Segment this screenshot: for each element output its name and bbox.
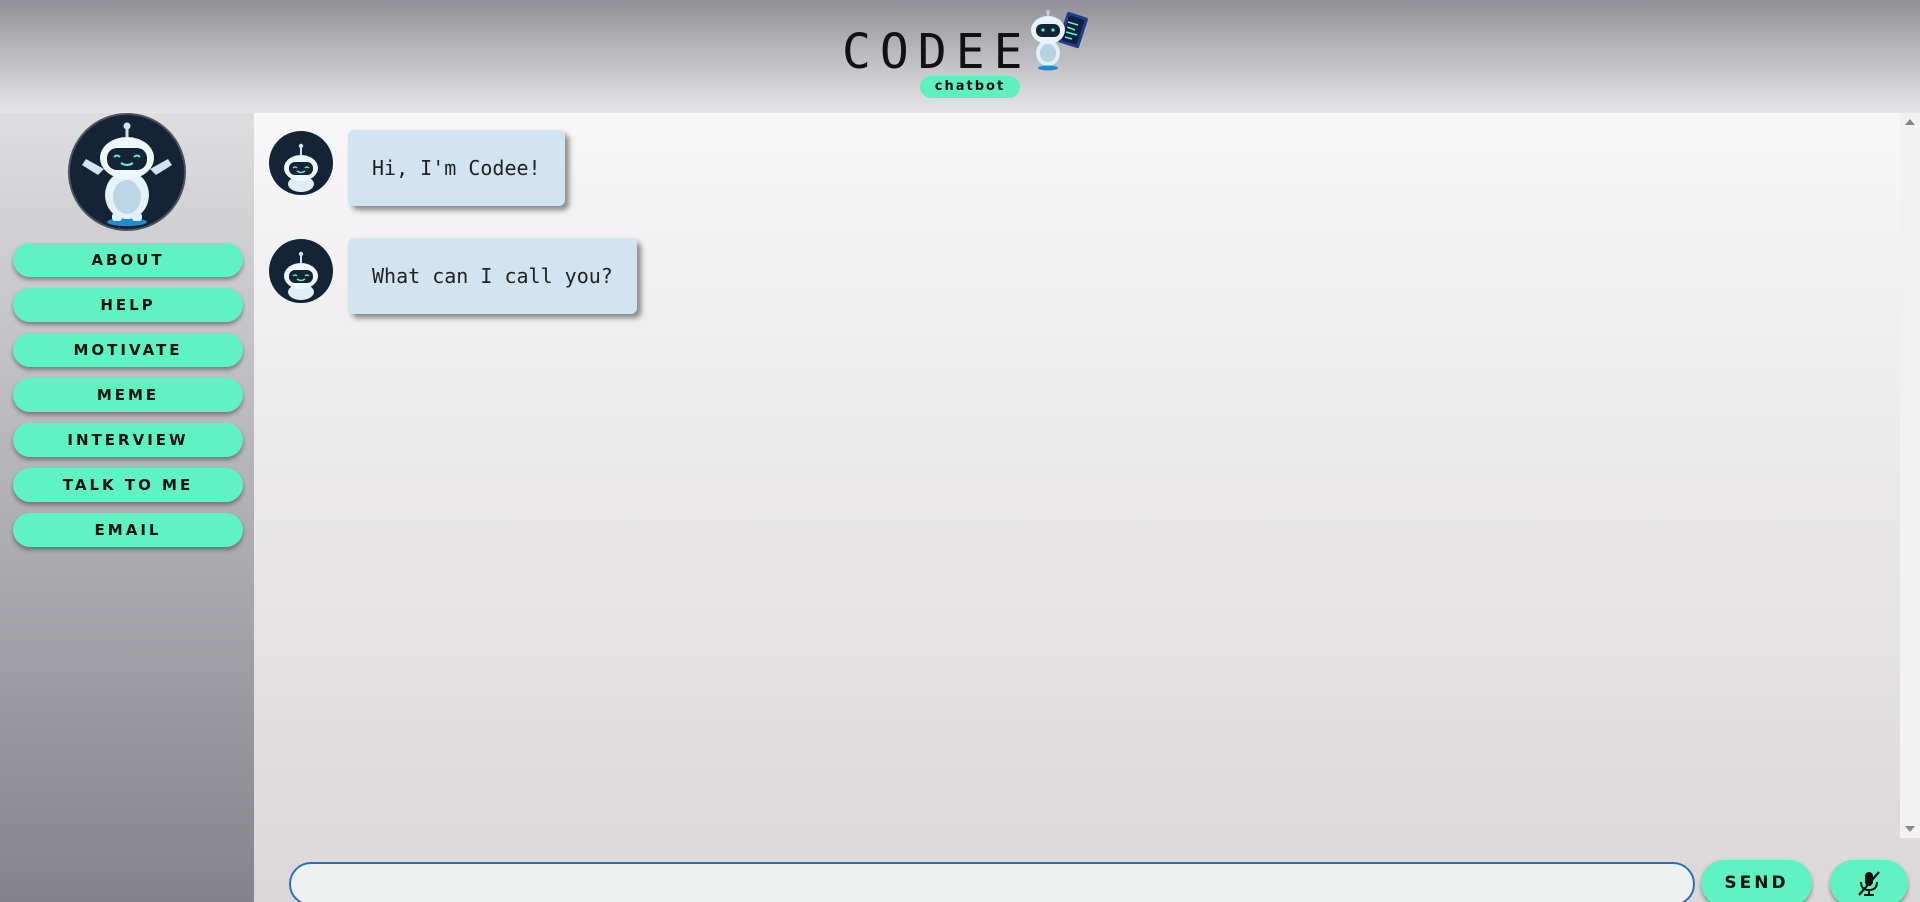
email-button[interactable]: EMAIL xyxy=(13,513,243,547)
help-button[interactable]: HELP xyxy=(13,288,243,322)
robot-waving-icon xyxy=(68,113,186,231)
message-bubble: Hi, I'm Codee! xyxy=(348,130,565,206)
chat-panel: Hi, I'm Codee! What can I call you? SEND xyxy=(254,113,1920,902)
meme-button[interactable]: MEME xyxy=(13,378,243,412)
sidebar-nav: ABOUT HELP MOTIVATE MEME INTERVIEW TALK … xyxy=(13,243,243,558)
about-button[interactable]: ABOUT xyxy=(13,243,243,277)
scroll-up-arrow-icon[interactable] xyxy=(1905,119,1915,125)
interview-button[interactable]: INTERVIEW xyxy=(13,423,243,457)
bot-avatar-icon xyxy=(269,131,333,195)
chat-scrollbar[interactable] xyxy=(1900,113,1920,838)
sidebar: ABOUT HELP MOTIVATE MEME INTERVIEW TALK … xyxy=(0,113,254,902)
message-list: Hi, I'm Codee! What can I call you? xyxy=(254,113,1900,833)
robot-with-code-sheet-icon xyxy=(1031,10,1088,71)
talk-to-me-button[interactable]: TALK TO ME xyxy=(13,468,243,502)
mic-button[interactable] xyxy=(1830,860,1908,902)
bot-avatar-icon xyxy=(269,239,333,303)
app-header: CODEE chatbot xyxy=(0,0,1920,113)
scroll-down-arrow-icon[interactable] xyxy=(1905,826,1915,832)
send-button[interactable]: SEND xyxy=(1701,860,1812,902)
microphone-muted-icon xyxy=(1858,871,1880,896)
composer: SEND xyxy=(254,842,1920,902)
app-title: CODEE xyxy=(842,24,1032,80)
message-bubble: What can I call you? xyxy=(348,238,637,314)
message-input[interactable] xyxy=(289,862,1695,902)
chatbot-badge: chatbot xyxy=(920,76,1020,98)
motivate-button[interactable]: MOTIVATE xyxy=(13,333,243,367)
